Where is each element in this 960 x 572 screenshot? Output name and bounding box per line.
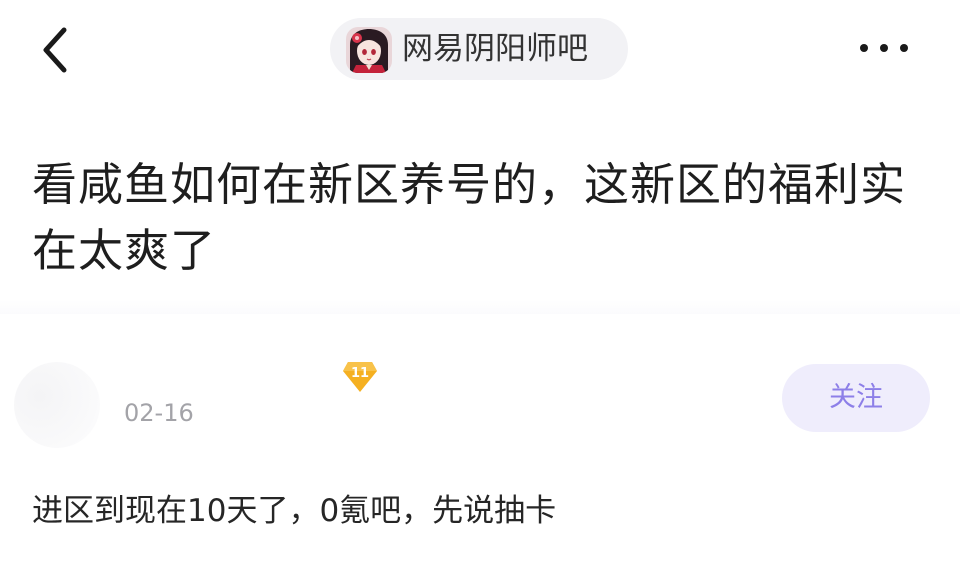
post-body: 进区到现在10天了，0氪吧，先说抽卡: [32, 493, 557, 529]
level-number: 11: [350, 366, 370, 381]
post-title: 看咸鱼如何在新区养号的，这新区的福利实在太爽了: [32, 158, 907, 277]
back-button[interactable]: [34, 22, 82, 78]
post-date: 02-16: [124, 399, 194, 427]
forum-name: 网易阴阳师吧: [402, 31, 588, 67]
top-bar: 网易阴阳师吧: [0, 0, 960, 100]
follow-button[interactable]: 关注: [782, 364, 930, 432]
divider: [0, 300, 960, 314]
chevron-left-icon: [43, 27, 67, 73]
author-avatar[interactable]: [14, 362, 100, 448]
more-horizontal-icon: [860, 44, 908, 52]
level-badge: 11: [342, 360, 378, 394]
forum-avatar: [346, 27, 392, 73]
author-row: 11 02-16 关注: [0, 340, 960, 450]
forum-link[interactable]: 网易阴阳师吧: [330, 18, 628, 80]
more-options-button[interactable]: [852, 30, 916, 66]
